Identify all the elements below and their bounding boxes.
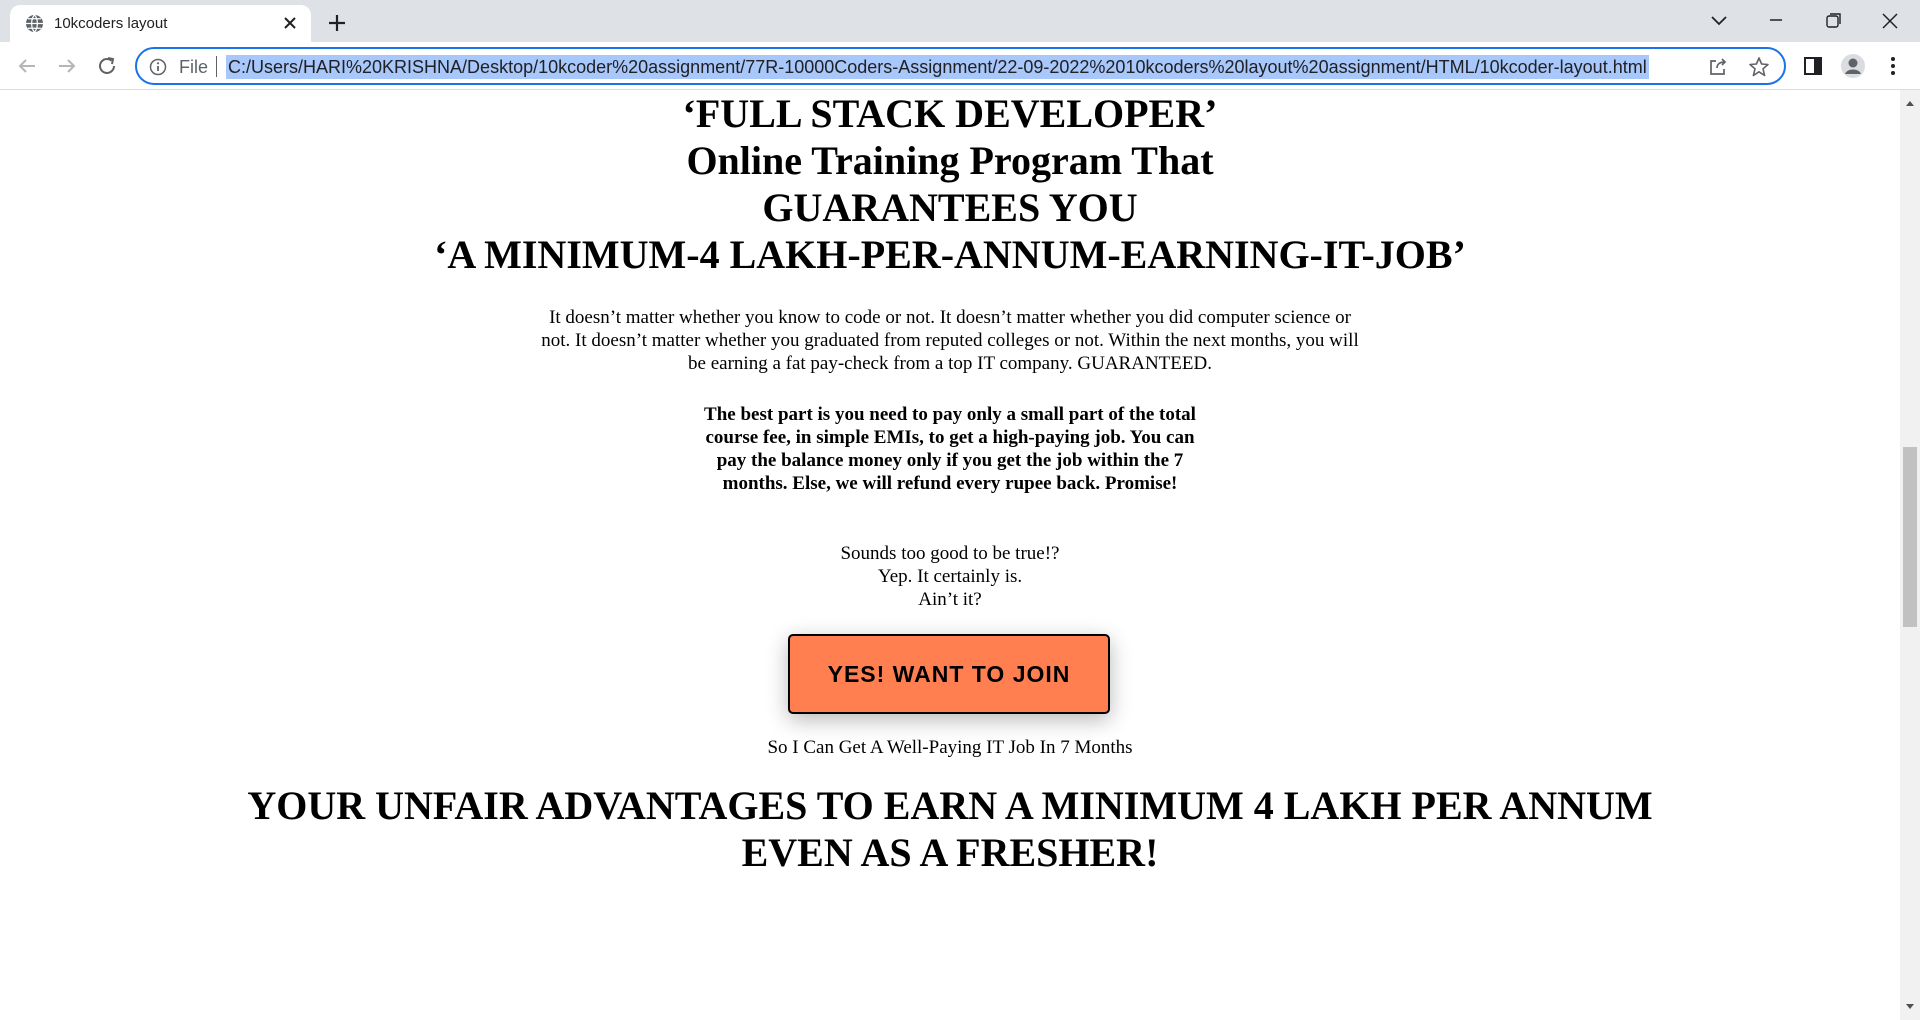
page-scrollbar[interactable] — [1900, 90, 1920, 1020]
tab-title: 10kcoders layout — [54, 15, 168, 32]
tab-strip: 10kcoders layout — [0, 0, 1920, 42]
browser-tab[interactable]: 10kcoders layout — [10, 5, 311, 42]
close-icon[interactable] — [280, 13, 300, 33]
promise-paragraph: The best part is you need to pay only a … — [704, 404, 1196, 494]
profile-icon[interactable] — [1840, 53, 1866, 79]
omnibox-divider — [216, 56, 217, 77]
browser-toolbar: File C:/Users/HARI%20KRISHNA/Desktop/10k… — [0, 42, 1920, 90]
chevron-down-icon[interactable] — [1699, 6, 1739, 36]
intro-paragraph: It doesn’t matter whether you know to co… — [541, 307, 1359, 374]
tease-text: Sounds too good to be true!? Yep. It cer… — [0, 542, 1900, 611]
reload-icon[interactable] — [94, 53, 120, 79]
tease-line: Sounds too good to be true!? — [840, 543, 1060, 564]
plus-icon[interactable] — [324, 10, 350, 36]
scheme-label: File — [179, 57, 209, 77]
page-viewport: ‘FULL STACK DEVELOPER’ Online Training P… — [0, 90, 1900, 1020]
join-button[interactable]: YES! WANT TO JOIN — [788, 634, 1110, 714]
info-icon[interactable] — [149, 58, 167, 76]
advantages-heading-line: YOUR UNFAIR ADVANTAGES TO EARN A MINIMUM… — [247, 783, 1653, 828]
hero-heading: ‘FULL STACK DEVELOPER’ Online Training P… — [0, 90, 1900, 278]
side-panel-icon[interactable] — [1800, 53, 1826, 79]
star-icon[interactable] — [1747, 55, 1771, 79]
hero-heading-line: Online Training Program That — [686, 138, 1214, 183]
tease-line: Yep. It certainly is. — [877, 566, 1023, 587]
scroll-down-arrow-icon[interactable] — [1905, 998, 1915, 1016]
scrollbar-thumb[interactable] — [1903, 447, 1917, 627]
minimize-icon[interactable] — [1756, 6, 1796, 36]
globe-icon — [25, 14, 44, 33]
advantages-heading-line: EVEN AS A FRESHER! — [741, 830, 1159, 875]
hero-heading-line: ‘FULL STACK DEVELOPER’ — [682, 91, 1218, 136]
tease-line: Ain’t it? — [918, 589, 982, 610]
share-icon[interactable] — [1707, 56, 1729, 78]
more-icon[interactable] — [1880, 53, 1906, 79]
url-text[interactable]: C:/Users/HARI%20KRISHNA/Desktop/10kcoder… — [226, 55, 1649, 79]
hero-heading-line: GUARANTEES YOU — [762, 185, 1138, 230]
join-subtext: So I Can Get A Well-Paying IT Job In 7 M… — [767, 737, 1133, 758]
restore-icon[interactable] — [1813, 6, 1853, 36]
address-bar[interactable]: File C:/Users/HARI%20KRISHNA/Desktop/10k… — [135, 47, 1786, 85]
scroll-up-arrow-icon[interactable] — [1905, 94, 1915, 112]
close-window-icon[interactable] — [1870, 6, 1910, 36]
advantages-heading: YOUR UNFAIR ADVANTAGES TO EARN A MINIMUM… — [0, 782, 1900, 876]
hero-heading-line: ‘A MINIMUM-4 LAKH-PER-ANNUM-EARNING-IT-J… — [434, 232, 1466, 277]
forward-arrow-icon[interactable] — [54, 53, 80, 79]
back-arrow-icon[interactable] — [14, 53, 40, 79]
